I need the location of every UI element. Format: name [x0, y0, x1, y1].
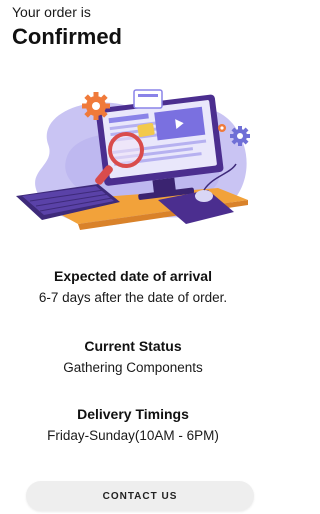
arrival-section: Expected date of arrival 6-7 days after …: [0, 267, 266, 307]
arrival-value: 6-7 days after the date of order.: [38, 290, 228, 305]
arrival-label: Expected date of arrival: [54, 268, 212, 284]
blue-gear: [230, 126, 250, 146]
mouse: [195, 190, 213, 202]
computer-workspace-illustration: [16, 89, 250, 230]
timings-section: Delivery Timings Friday-Sunday(10AM - 6P…: [0, 405, 266, 445]
status-value: Gathering Components: [63, 360, 203, 375]
orange-gear: [82, 92, 110, 120]
status-section: Current Status Gathering Components: [0, 337, 266, 377]
order-status-title: Confirmed: [12, 24, 122, 49]
timings-value: Friday-Sunday(10AM - 6PM): [47, 428, 219, 443]
order-header: Your order is Confirmed: [12, 4, 122, 51]
status-label: Current Status: [84, 338, 182, 354]
small-gear: [218, 124, 226, 132]
timings-label: Delivery Timings: [77, 406, 189, 422]
order-status-subtitle: Your order is: [12, 4, 91, 20]
contact-us-button[interactable]: CONTACT US: [26, 481, 254, 511]
floating-window: [133, 89, 163, 109]
